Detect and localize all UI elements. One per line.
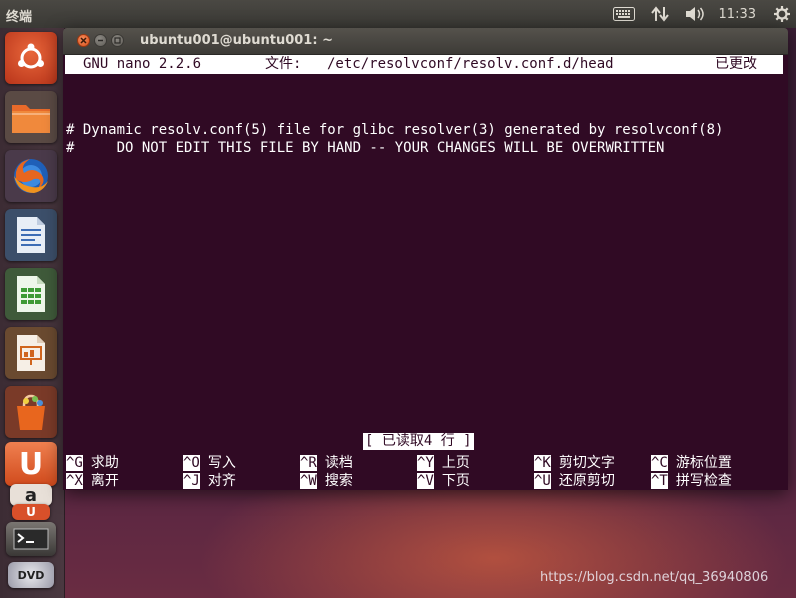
ubuntu-one-glyph: U [18,446,44,482]
software-center-icon[interactable] [5,386,57,438]
dvd-icon[interactable]: DVD [8,562,54,588]
network-icon[interactable] [650,6,669,22]
shortcut-label: 拼写检查 [675,473,732,489]
shortcut-label: 搜索 [324,473,353,489]
shortcut-prev-page[interactable]: ^Y 上页 [417,454,470,472]
amazon-glyph: a [24,484,38,506]
writer-icon[interactable] [5,209,57,261]
shortcut-justify[interactable]: ^J 对齐 [183,472,236,490]
terminal-icon[interactable] [6,522,56,556]
maximize-button[interactable] [111,34,124,47]
shortcut-key: ^C [651,455,668,471]
keyboard-icon[interactable] [612,7,635,21]
firefox-icon[interactable] [5,150,57,202]
shortcut-cut[interactable]: ^K 剪切文字 [534,454,615,472]
shortcut-key: ^J [183,473,200,489]
impress-icon[interactable] [5,327,57,379]
shortcut-key: ^X [66,473,83,489]
minimize-icon [98,39,103,42]
shortcut-label: 还原剪切 [558,473,615,489]
amazon-icon[interactable]: a [10,484,52,506]
shortcut-exit[interactable]: ^X 离开 [66,472,119,490]
shortcut-key: ^G [66,455,83,471]
settings-gear-icon[interactable] [774,6,790,22]
shortcut-write[interactable]: ^O 写入 [183,454,236,472]
shortcut-uncut[interactable]: ^U 还原剪切 [534,472,615,490]
volume-icon[interactable] [685,6,705,22]
terminal-window: ubuntu001@ubuntu001: ~ GNU nano 2.2.6 文件… [63,28,788,490]
nano-file-label: 文件: [265,56,302,72]
shortcut-key: ^U [534,473,551,489]
maximize-icon [114,37,121,44]
shortcut-label: 写入 [207,455,236,471]
editor-line[interactable]: # Dynamic resolv.conf(5) file for glibc … [66,121,723,139]
nano-header: GNU nano 2.2.6 文件: /etc/resolvconf/resol… [65,55,783,74]
ubuntu-one-icon[interactable]: U [5,442,57,486]
shortcut-key: ^O [183,455,200,471]
shortcut-cursor-pos[interactable]: ^C 游标位置 [651,454,732,472]
shortcut-label: 求助 [90,455,119,471]
ubuntu-one-icon-stack[interactable]: U [12,504,50,520]
terminal-content[interactable]: GNU nano 2.2.6 文件: /etc/resolvconf/resol… [63,55,788,490]
ubuntu-one-glyph-stack: U [26,505,36,519]
top-panel: 终端 11:33 [0,0,796,28]
window-title: ubuntu001@ubuntu001: ~ [140,33,333,48]
system-tray: 11:33 [605,0,796,28]
shortcut-help[interactable]: ^G 求助 [66,454,119,472]
status-message: [ 已读取4 行 ] [363,433,474,450]
files-icon[interactable] [5,91,57,143]
shortcut-key: ^W [300,473,317,489]
nano-file-path: /etc/resolvconf/resolv.conf.d/head [327,56,614,72]
editor-line[interactable]: # DO NOT EDIT THIS FILE BY HAND -- YOUR … [66,139,664,157]
ubuntu-dash-icon[interactable] [5,32,57,84]
calc-icon[interactable] [5,268,57,320]
shortcut-next-page[interactable]: ^V 下页 [417,472,470,490]
app-title: 终端 [6,10,33,25]
shortcut-key: ^R [300,455,317,471]
close-button[interactable] [77,34,90,47]
launcher: U a U DVD [0,28,65,598]
shortcut-label: 读档 [324,455,353,471]
shortcut-label: 下页 [441,473,470,489]
shortcut-read[interactable]: ^R 读档 [300,454,353,472]
shortcut-label: 剪切文字 [558,455,615,471]
window-titlebar[interactable]: ubuntu001@ubuntu001: ~ [63,28,788,55]
shortcut-key: ^K [534,455,551,471]
watermark: https://blog.csdn.net/qq_36940806 [540,570,769,585]
nano-modified: 已更改 [715,56,757,72]
shortcut-spell[interactable]: ^T 拼写检查 [651,472,732,490]
shortcut-label: 上页 [441,455,470,471]
minimize-button[interactable] [94,34,107,47]
dvd-label: DVD [17,568,45,582]
clock[interactable]: 11:33 [719,7,756,22]
shortcut-search[interactable]: ^W 搜索 [300,472,353,490]
shortcut-key: ^Y [417,455,434,471]
nano-version: GNU nano 2.2.6 [83,56,202,72]
shortcut-key: ^T [651,473,668,489]
shortcut-label: 对齐 [207,473,236,489]
close-icon [80,37,87,44]
shortcut-key: ^V [417,473,434,489]
shortcut-label: 离开 [90,473,119,489]
shortcut-label: 游标位置 [675,455,732,471]
